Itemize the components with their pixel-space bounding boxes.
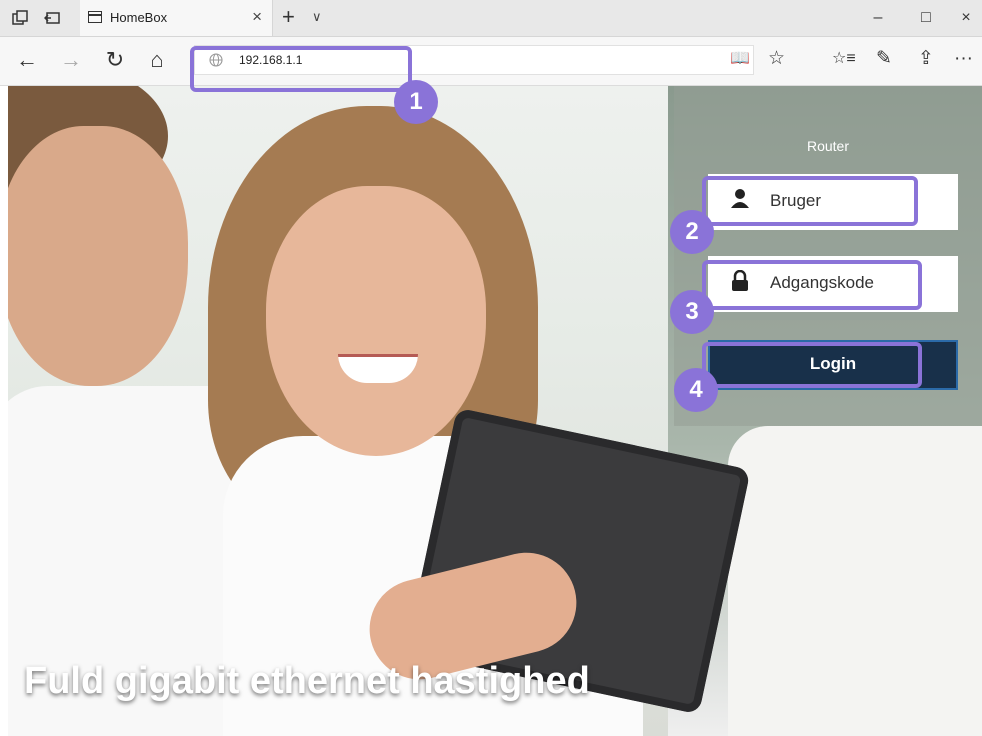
refresh-button[interactable]: ↻ (100, 47, 130, 73)
sofa-image (728, 426, 982, 736)
headline: Fuld gigabit ethernet hastighed (24, 660, 590, 702)
set-tabs-aside-icon[interactable] (44, 10, 60, 26)
tab-title: HomeBox (110, 10, 168, 25)
tab-list-chevron-icon[interactable]: ∨ (312, 9, 322, 25)
close-window-button[interactable]: × (946, 6, 982, 30)
navigation-bar: ← → ↻ ⌂ 192.168.1.1 📖 ☆ ☆≡ ✎ ⇪ ··· (0, 37, 982, 86)
more-icon[interactable]: ··· (954, 47, 973, 71)
home-button[interactable]: ⌂ (142, 47, 172, 73)
reading-view-icon[interactable]: 📖 (730, 47, 750, 71)
photo-woman-face (266, 186, 486, 456)
highlight-login (702, 342, 922, 388)
maximize-button[interactable]: □ (906, 6, 946, 30)
favorites-hub-icon[interactable]: ☆≡ (832, 47, 856, 71)
tab-close-icon[interactable]: × (252, 7, 262, 27)
photo-man-face (8, 126, 188, 386)
page-icon (88, 11, 102, 23)
highlight-username (702, 176, 918, 226)
step-badge-3: 3 (670, 290, 714, 334)
highlight-address-bar (190, 46, 412, 92)
highlight-password (702, 260, 922, 310)
tab-homebox[interactable]: HomeBox × (80, 0, 273, 36)
panel-title: Router (806, 138, 850, 154)
favorite-star-icon[interactable]: ☆ (768, 47, 785, 71)
notes-icon[interactable]: ✎ (876, 47, 892, 71)
step-badge-4: 4 (674, 368, 718, 412)
tab-bar: HomeBox × + ∨ – □ × (0, 0, 982, 37)
minimize-button[interactable]: – (858, 6, 898, 30)
step-badge-2: 2 (670, 210, 714, 254)
back-button[interactable]: ← (12, 47, 42, 73)
tab-actions-icon[interactable] (12, 10, 28, 26)
share-icon[interactable]: ⇪ (918, 47, 934, 71)
forward-button[interactable]: → (56, 47, 86, 73)
step-badge-1: 1 (394, 80, 438, 124)
new-tab-button[interactable]: + (282, 5, 295, 29)
